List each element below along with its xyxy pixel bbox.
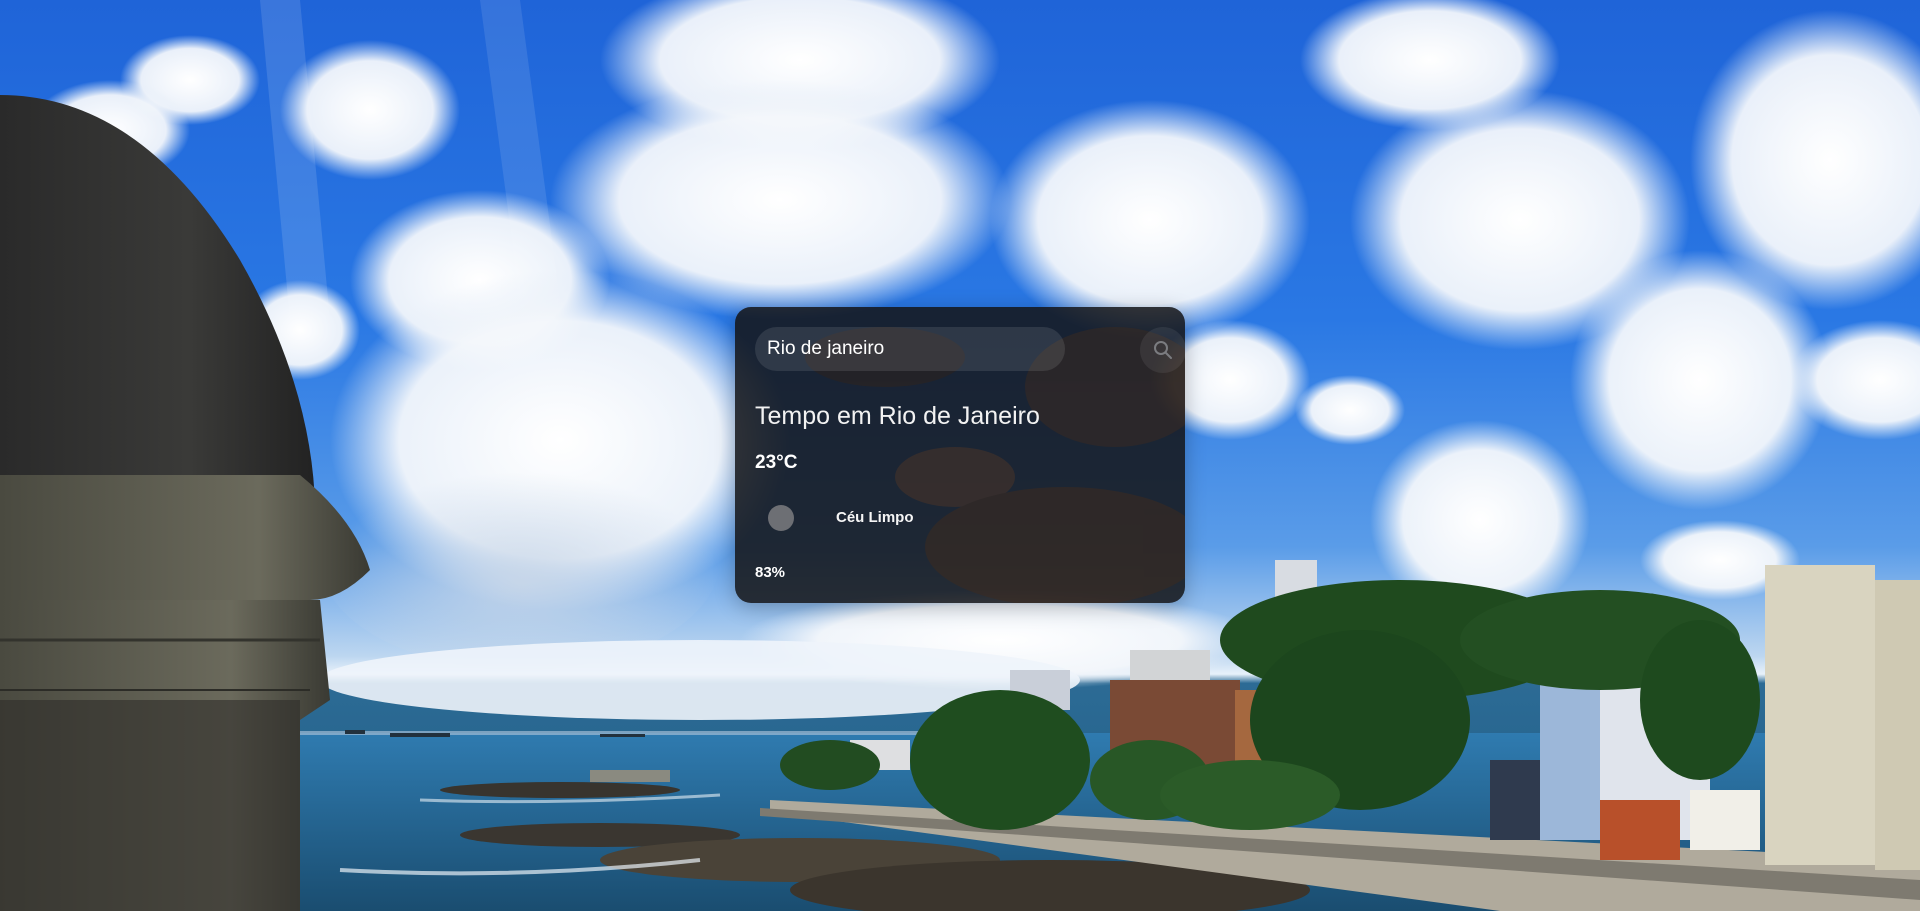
- search-icon: [1154, 341, 1172, 359]
- app-background: Tempo em Rio de Janeiro 23°C Céu Limpo 8…: [0, 0, 1920, 911]
- weather-card: Tempo em Rio de Janeiro 23°C Céu Limpo 8…: [735, 307, 1185, 603]
- search-row: [755, 327, 1185, 373]
- condition-row: Céu Limpo: [768, 505, 1068, 531]
- temperature: 23°C: [755, 452, 798, 473]
- humidity: 83%: [755, 564, 786, 581]
- search-button[interactable]: [1140, 327, 1185, 373]
- weather-condition: Céu Limpo: [836, 509, 914, 526]
- weather-icon: [768, 505, 794, 531]
- weather-title: Tempo em Rio de Janeiro: [755, 402, 1040, 430]
- search-input[interactable]: [755, 327, 1065, 371]
